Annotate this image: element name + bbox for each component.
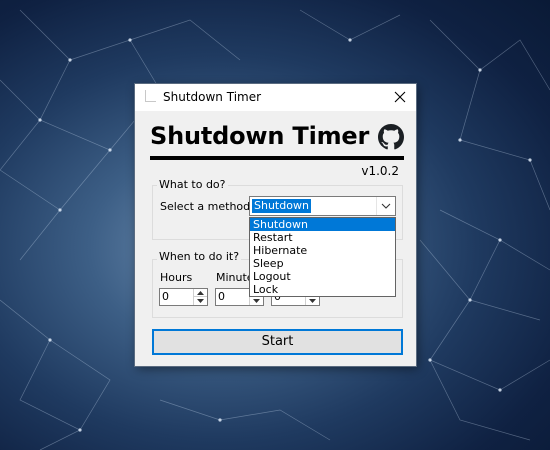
github-icon[interactable] [378,124,404,150]
method-label: Select a method: [160,200,254,213]
method-dropdown-list: Shutdown Restart Hibernate Sleep Logout … [249,217,396,297]
dropdown-option-restart[interactable]: Restart [250,231,395,244]
dropdown-option-logout[interactable]: Logout [250,270,395,283]
arrow-down-icon [309,299,316,303]
hours-up-button[interactable] [194,289,207,297]
hours-down-button[interactable] [194,297,207,305]
hours-stepper-buttons [193,289,207,305]
dropdown-option-hibernate[interactable]: Hibernate [250,244,395,257]
method-select-toggle[interactable] [376,197,395,215]
close-button[interactable] [384,84,416,111]
method-select[interactable]: Shutdown [249,196,396,216]
minutes-down-button[interactable] [250,297,263,305]
dropdown-option-sleep[interactable]: Sleep [250,257,395,270]
header-divider [150,156,404,160]
arrow-up-icon [197,291,204,295]
dropdown-option-lock[interactable]: Lock [250,283,395,296]
method-select-value: Shutdown [252,199,311,213]
shutdown-timer-window: Shutdown Timer Shutdown Timer v1.0.2 Wha… [135,84,416,366]
arrow-down-icon [253,299,260,303]
close-icon [394,91,406,103]
arrow-down-icon [197,299,204,303]
hours-label: Hours [160,271,193,284]
chevron-down-icon [381,203,391,209]
dropdown-option-shutdown[interactable]: Shutdown [250,218,395,231]
hours-value: 0 [162,290,169,303]
seconds-down-button[interactable] [306,297,319,305]
what-to-do-label: What to do? [157,178,228,191]
version-label: v1.0.2 [361,164,399,178]
start-button[interactable]: Start [152,329,403,355]
app-icon [145,90,156,102]
title-bar[interactable]: Shutdown Timer [135,84,416,111]
page-title: Shutdown Timer [150,122,370,150]
window-title: Shutdown Timer [163,90,262,104]
when-to-do-label: When to do it? [157,250,242,263]
minutes-value: 0 [218,290,225,303]
hours-stepper[interactable]: 0 [159,288,208,306]
